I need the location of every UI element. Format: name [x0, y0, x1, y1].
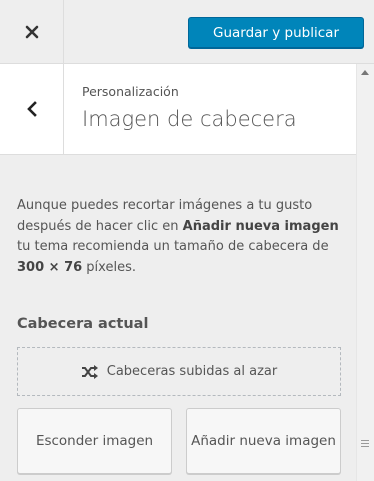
- random-headers-label: Cabeceras subidas al azar: [106, 364, 278, 379]
- scroll-grip-icon: [361, 440, 369, 449]
- description-bold: Añadir nueva imagen: [182, 218, 339, 234]
- chevron-left-icon: [26, 101, 37, 117]
- scroll-up-arrow-icon[interactable]: [361, 70, 369, 75]
- add-new-image-button[interactable]: Añadir nueva imagen: [186, 408, 341, 474]
- description-bold: 300 × 76: [17, 259, 83, 275]
- customizer-header: Guardar y publicar: [0, 0, 374, 64]
- section-title: Imagen de cabecera: [82, 107, 297, 131]
- save-publish-button[interactable]: Guardar y publicar: [188, 17, 364, 48]
- close-x-icon: [25, 25, 38, 38]
- shuffle-icon: [81, 364, 98, 379]
- current-header-label: Cabecera actual: [17, 316, 149, 332]
- close-button[interactable]: [0, 0, 64, 63]
- description-part: tu tema recomienda un tamaño de cabecera…: [17, 239, 329, 254]
- random-headers-button[interactable]: Cabeceras subidas al azar: [17, 347, 341, 396]
- hide-image-button[interactable]: Esconder imagen: [17, 408, 172, 474]
- back-button[interactable]: [0, 64, 64, 154]
- breadcrumb: Personalización: [82, 84, 179, 99]
- add-new-image-label: Añadir nueva imagen: [191, 432, 336, 449]
- description-text: Aunque puedes recortar imágenes a tu gus…: [17, 196, 347, 278]
- scrollbar[interactable]: [356, 64, 374, 481]
- hide-image-label: Esconder imagen: [35, 432, 154, 449]
- description-part: píxeles.: [82, 259, 136, 275]
- section-header: Personalización Imagen de cabecera: [0, 64, 356, 155]
